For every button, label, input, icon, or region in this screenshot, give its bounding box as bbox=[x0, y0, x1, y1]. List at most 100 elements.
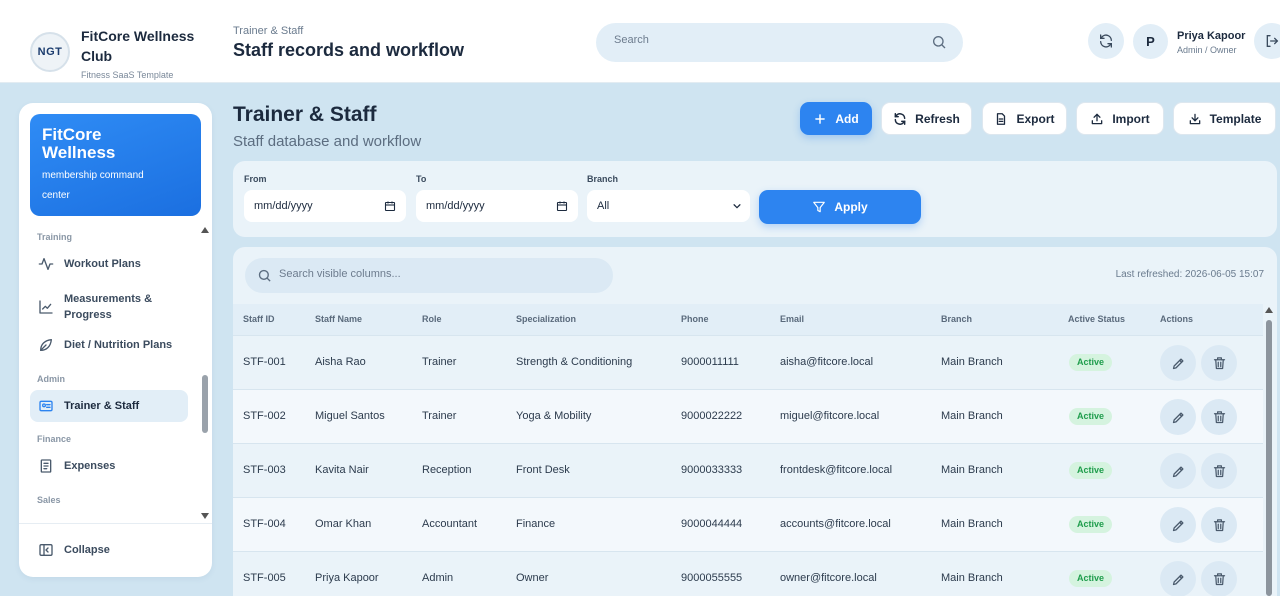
apply-filter-button[interactable]: Apply bbox=[759, 190, 921, 224]
brand-subtitle: Fitness SaaS Template bbox=[81, 70, 174, 80]
delete-button[interactable] bbox=[1201, 399, 1237, 435]
id-card-icon bbox=[39, 400, 53, 412]
brand-logo[interactable]: NGT bbox=[30, 32, 70, 72]
column-header[interactable]: Staff ID bbox=[243, 314, 275, 324]
sidebar-scroll-down-arrow[interactable] bbox=[201, 513, 209, 519]
sidebar-item-expenses[interactable]: Expenses bbox=[30, 450, 188, 482]
sidebar-item-measurements[interactable]: Measurements & Progress bbox=[30, 289, 188, 325]
status-badge: Active bbox=[1069, 570, 1113, 587]
search-icon[interactable] bbox=[931, 34, 947, 50]
trash-icon bbox=[1213, 572, 1225, 585]
edit-button[interactable] bbox=[1160, 399, 1196, 435]
cell-email: aisha@fitcore.local bbox=[780, 356, 874, 368]
from-label: From bbox=[244, 174, 267, 184]
user-name: Priya Kapoor bbox=[1177, 30, 1246, 42]
table-row[interactable]: STF-002 Miguel Santos Trainer Yoga & Mob… bbox=[233, 389, 1263, 443]
table-search-input[interactable] bbox=[279, 268, 599, 280]
edit-button[interactable] bbox=[1160, 345, 1196, 381]
status-badge: Active bbox=[1069, 354, 1113, 371]
trash-icon bbox=[1213, 410, 1225, 423]
sync-button[interactable] bbox=[1088, 23, 1124, 59]
breadcrumb[interactable]: Trainer & Staff bbox=[233, 25, 303, 37]
export-button[interactable]: Export bbox=[982, 102, 1067, 135]
column-header[interactable]: Staff Name bbox=[315, 314, 362, 324]
sidebar-section-sales: Sales bbox=[37, 495, 61, 505]
add-button[interactable]: Add bbox=[800, 102, 872, 135]
table-scrollbar-thumb[interactable] bbox=[1266, 320, 1272, 596]
cell-branch: Main Branch bbox=[941, 464, 1003, 476]
sidebar-item-workout-plans[interactable]: Workout Plans bbox=[30, 248, 188, 280]
column-header[interactable]: Role bbox=[422, 314, 442, 324]
plus-icon bbox=[815, 113, 826, 124]
cell-branch: Main Branch bbox=[941, 572, 1003, 584]
cell-phone: 9000022222 bbox=[681, 410, 743, 422]
column-header[interactable]: Specialization bbox=[516, 314, 576, 324]
table-row[interactable]: STF-005 Priya Kapoor Admin Owner 9000055… bbox=[233, 551, 1263, 596]
edit-button[interactable] bbox=[1160, 453, 1196, 489]
staff-table-panel: Last refreshed: 2026-06-05 15:07 Staff I… bbox=[233, 247, 1277, 596]
column-header[interactable]: Email bbox=[780, 314, 804, 324]
last-refreshed-text: Last refreshed: 2026-06-05 15:07 bbox=[1115, 269, 1264, 280]
status-badge: Active bbox=[1069, 408, 1113, 425]
cell-staff-name: Miguel Santos bbox=[315, 410, 385, 422]
apply-button-label: Apply bbox=[834, 200, 868, 214]
cell-staff-name: Priya Kapoor bbox=[315, 572, 379, 584]
column-header[interactable]: Phone bbox=[681, 314, 709, 324]
cell-email: accounts@fitcore.local bbox=[780, 518, 891, 530]
column-header[interactable]: Branch bbox=[941, 314, 972, 324]
sidebar-scrollbar-thumb[interactable] bbox=[202, 375, 208, 433]
collapse-icon bbox=[39, 544, 53, 556]
cell-specialization: Strength & Conditioning bbox=[516, 356, 633, 368]
trash-icon bbox=[1213, 464, 1225, 477]
activity-icon bbox=[38, 258, 54, 270]
sidebar-scroll-up-arrow[interactable] bbox=[201, 227, 209, 233]
table-row[interactable]: STF-001 Aisha Rao Trainer Strength & Con… bbox=[233, 335, 1263, 389]
user-avatar[interactable]: P bbox=[1133, 24, 1168, 59]
logout-button[interactable] bbox=[1254, 23, 1280, 59]
to-date-value: mm/dd/yyyy bbox=[426, 200, 485, 212]
to-date-input[interactable]: mm/dd/yyyy bbox=[416, 190, 578, 222]
pencil-icon bbox=[1172, 358, 1183, 369]
sidebar-brand-card: FitCore Wellness membership command cent… bbox=[30, 114, 201, 216]
delete-button[interactable] bbox=[1201, 345, 1237, 381]
delete-button[interactable] bbox=[1201, 561, 1237, 596]
refresh-button[interactable]: Refresh bbox=[881, 102, 972, 135]
delete-button[interactable] bbox=[1201, 453, 1237, 489]
chart-icon bbox=[39, 300, 53, 314]
sidebar-item-trainer-staff[interactable]: Trainer & Staff bbox=[30, 390, 188, 422]
sidebar-item-label: Workout Plans bbox=[64, 258, 141, 270]
cell-phone: 9000044444 bbox=[681, 518, 743, 530]
filter-icon bbox=[813, 201, 826, 213]
calendar-icon[interactable] bbox=[556, 200, 568, 212]
from-date-input[interactable]: mm/dd/yyyy bbox=[244, 190, 406, 222]
cell-phone: 9000033333 bbox=[681, 464, 743, 476]
template-button-label: Template bbox=[1209, 111, 1262, 126]
import-button[interactable]: Import bbox=[1076, 102, 1164, 135]
table-row[interactable]: STF-004 Omar Khan Accountant Finance 900… bbox=[233, 497, 1263, 551]
branch-select[interactable]: All bbox=[587, 190, 750, 222]
column-header[interactable]: Active Status bbox=[1068, 314, 1125, 324]
trash-icon bbox=[1213, 356, 1225, 369]
pencil-icon bbox=[1172, 520, 1183, 531]
cell-role: Reception bbox=[422, 464, 472, 476]
edit-button[interactable] bbox=[1160, 507, 1196, 543]
table-scroll-up-arrow[interactable] bbox=[1265, 307, 1273, 313]
template-button[interactable]: Template bbox=[1173, 102, 1276, 135]
edit-button[interactable] bbox=[1160, 561, 1196, 596]
calendar-icon[interactable] bbox=[384, 200, 396, 212]
cell-specialization: Owner bbox=[516, 572, 549, 584]
delete-button[interactable] bbox=[1201, 507, 1237, 543]
table-row[interactable]: STF-003 Kavita Nair Reception Front Desk… bbox=[233, 443, 1263, 497]
sidebar-collapse-button[interactable]: Collapse bbox=[30, 534, 188, 566]
search-icon bbox=[258, 269, 271, 282]
global-search-input[interactable] bbox=[614, 34, 914, 46]
cell-specialization: Finance bbox=[516, 518, 556, 530]
sidebar-item-label: Collapse bbox=[64, 544, 110, 556]
add-button-label: Add bbox=[835, 111, 859, 126]
pencil-icon bbox=[1172, 466, 1183, 477]
sidebar-item-label: Diet / Nutrition Plans bbox=[64, 339, 173, 351]
cell-staff-id: STF-004 bbox=[243, 518, 286, 530]
sidebar-item-diet-plans[interactable]: Diet / Nutrition Plans bbox=[30, 329, 188, 361]
sidebar-item-label: Expenses bbox=[64, 460, 116, 472]
cell-branch: Main Branch bbox=[941, 518, 1003, 530]
